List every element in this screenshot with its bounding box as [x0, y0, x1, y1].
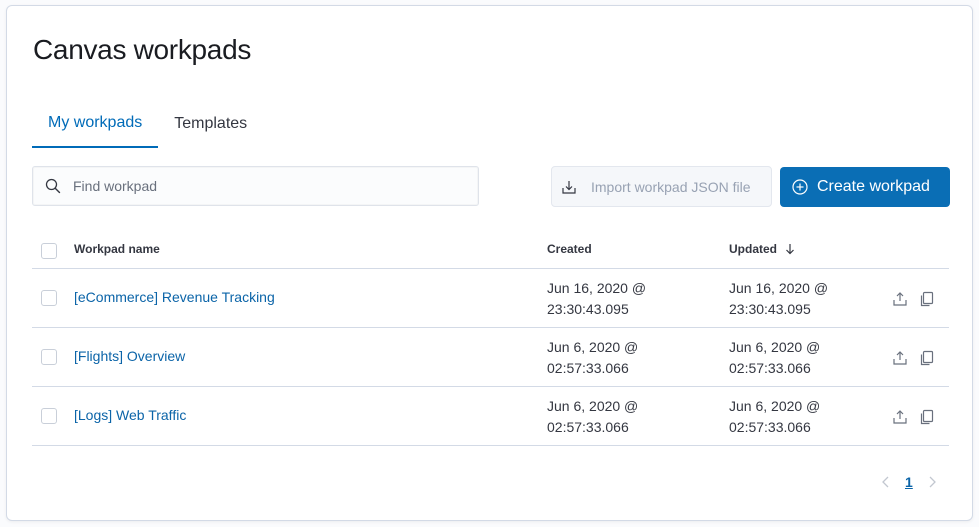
workpads-table: Workpad name Created Updated [eCommerce]…: [32, 232, 949, 446]
updated-cell: Jun 6, 2020 @ 02:57:33.066: [729, 396, 879, 438]
updated-cell: Jun 16, 2020 @ 23:30:43.095: [729, 278, 879, 320]
create-workpad-label: Create workpad: [817, 178, 930, 195]
table-row: [Logs] Web Traffic Jun 6, 2020 @ 02:57:3…: [32, 387, 949, 446]
created-time: 02:57:33.066: [547, 360, 629, 376]
import-icon: [562, 180, 576, 194]
table-row: [Flights] Overview Jun 6, 2020 @ 02:57:3…: [32, 328, 949, 387]
created-time: 23:30:43.095: [547, 301, 629, 317]
workpads-panel: Canvas workpads My workpads Templates Im…: [6, 5, 973, 521]
updated-cell: Jun 6, 2020 @ 02:57:33.066: [729, 337, 879, 379]
tab-bar: My workpads Templates: [32, 100, 949, 148]
chevron-right-icon[interactable]: [925, 475, 939, 489]
export-icon[interactable]: [891, 408, 909, 426]
copy-icon[interactable]: [918, 408, 936, 426]
page-number-button[interactable]: 1: [905, 474, 913, 490]
table-row: [eCommerce] Revenue Tracking Jun 16, 202…: [32, 269, 949, 328]
updated-time: 02:57:33.066: [729, 419, 811, 435]
workpad-name-link[interactable]: [eCommerce] Revenue Tracking: [74, 289, 275, 305]
chevron-left-icon[interactable]: [879, 475, 893, 489]
tab-templates[interactable]: Templates: [158, 100, 263, 148]
export-icon[interactable]: [891, 349, 909, 367]
sort-down-arrow-icon: [786, 244, 795, 255]
updated-date: Jun 16, 2020 @: [729, 280, 829, 296]
row-checkbox[interactable]: [41, 290, 57, 306]
created-cell: Jun 16, 2020 @ 23:30:43.095: [547, 278, 697, 320]
updated-time: 23:30:43.095: [729, 301, 811, 317]
search-icon: [45, 178, 61, 194]
row-checkbox[interactable]: [41, 408, 57, 424]
created-date: Jun 16, 2020 @: [547, 280, 647, 296]
import-workpad-label: Import workpad JSON file: [591, 178, 751, 195]
updated-time: 02:57:33.066: [729, 360, 811, 376]
plus-circle-icon: [792, 179, 808, 195]
updated-date: Jun 6, 2020 @: [729, 398, 821, 414]
workpad-name-link[interactable]: [Logs] Web Traffic: [74, 407, 186, 423]
import-workpad-button[interactable]: Import workpad JSON file: [551, 166, 772, 207]
create-workpad-button[interactable]: Create workpad: [780, 167, 950, 207]
column-header-name[interactable]: Workpad name: [74, 242, 160, 256]
page-title: Canvas workpads: [33, 34, 252, 65]
tab-my-workpads[interactable]: My workpads: [32, 100, 159, 148]
created-date: Jun 6, 2020 @: [547, 398, 639, 414]
select-all-checkbox[interactable]: [41, 243, 57, 259]
search-input[interactable]: [71, 177, 451, 195]
copy-icon[interactable]: [918, 290, 936, 308]
column-header-created[interactable]: Created: [547, 242, 592, 256]
created-cell: Jun 6, 2020 @ 02:57:33.066: [547, 396, 697, 438]
created-date: Jun 6, 2020 @: [547, 339, 639, 355]
copy-icon[interactable]: [918, 349, 936, 367]
column-header-updated[interactable]: Updated: [729, 242, 796, 256]
updated-date: Jun 6, 2020 @: [729, 339, 821, 355]
pagination: 1: [879, 474, 939, 490]
column-header-updated-label: Updated: [729, 242, 777, 256]
workpad-name-link[interactable]: [Flights] Overview: [74, 348, 185, 364]
row-checkbox[interactable]: [41, 349, 57, 365]
created-time: 02:57:33.066: [547, 419, 629, 435]
export-icon[interactable]: [891, 290, 909, 308]
table-header-row: Workpad name Created Updated: [32, 232, 949, 269]
search-field[interactable]: [32, 166, 479, 206]
created-cell: Jun 6, 2020 @ 02:57:33.066: [547, 337, 697, 379]
